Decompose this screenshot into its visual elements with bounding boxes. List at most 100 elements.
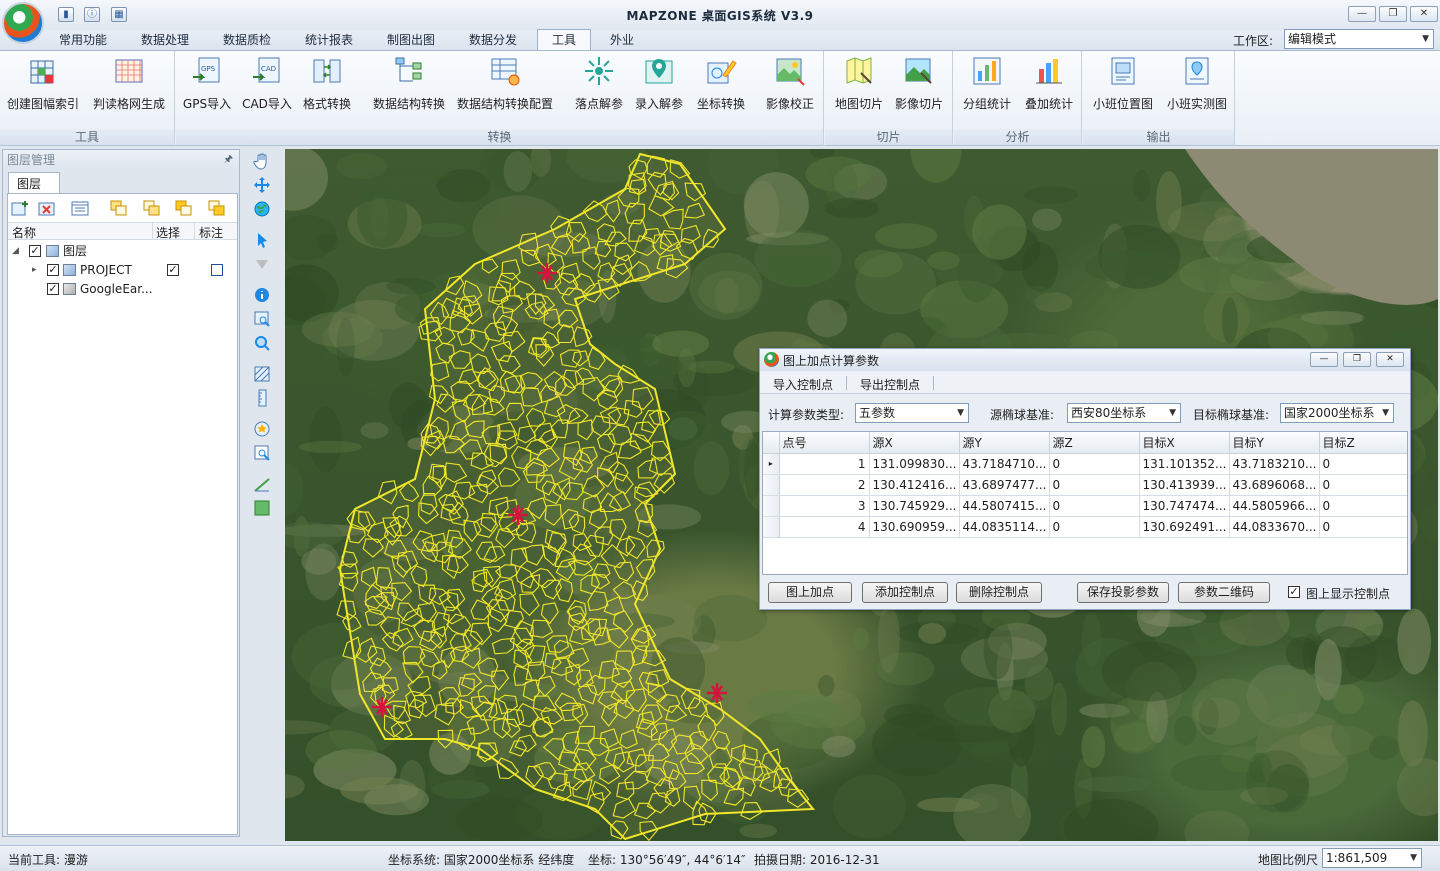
tab-layers[interactable]: 图层 bbox=[8, 172, 60, 194]
grid-cell[interactable]: 130.413939... bbox=[1139, 474, 1230, 496]
grid-cell[interactable]: 131.101352... bbox=[1139, 453, 1230, 475]
project-select-checkbox[interactable]: ✓ bbox=[167, 264, 179, 276]
dialog-close-button[interactable]: ✕ bbox=[1376, 352, 1404, 367]
layer-properties-icon[interactable] bbox=[71, 200, 89, 216]
row-header[interactable]: ▸ bbox=[763, 453, 780, 475]
interpretation-grid-button[interactable]: 判读格网生成 bbox=[88, 55, 170, 125]
project-visible-checkbox[interactable]: ✓ bbox=[47, 264, 59, 276]
export-control-points-menu[interactable]: 导出控制点 bbox=[860, 376, 920, 393]
col-target-y[interactable]: 目标Y bbox=[1229, 432, 1320, 454]
attribute-query-icon[interactable] bbox=[253, 310, 271, 328]
expand-icon[interactable]: ▸ bbox=[32, 261, 37, 279]
row-header[interactable] bbox=[763, 516, 780, 538]
identify-info-icon[interactable] bbox=[253, 286, 271, 304]
grid-row[interactable]: 3 130.745929... 44.5807415... 0 130.747474..… bbox=[763, 495, 1407, 517]
grid-cell[interactable]: 43.6896068... bbox=[1229, 474, 1320, 496]
grid-cell[interactable]: 130.747474... bbox=[1139, 495, 1230, 517]
grid-cell[interactable]: 43.7184710... bbox=[959, 453, 1050, 475]
grid-cell[interactable]: 0 bbox=[1049, 495, 1140, 517]
grid-cell[interactable]: 0 bbox=[1319, 495, 1407, 517]
draw-line-icon[interactable] bbox=[253, 475, 271, 493]
row-header[interactable] bbox=[763, 495, 780, 517]
data-structure-config-button[interactable]: 数据结构转换配置 bbox=[455, 55, 555, 125]
tab-statistics[interactable]: 统计报表 bbox=[300, 30, 358, 50]
grid-cell[interactable]: 0 bbox=[1319, 453, 1407, 475]
root-visible-checkbox[interactable]: ✓ bbox=[29, 245, 41, 257]
grid-cell[interactable]: 4 bbox=[779, 516, 870, 538]
pin-icon[interactable]: 🖈 bbox=[224, 150, 233, 170]
col-target-x[interactable]: 目标X bbox=[1139, 432, 1230, 454]
layer-up-icon[interactable] bbox=[110, 200, 128, 216]
tree-row-project[interactable]: ▸ ✓ PROJECT ✓ bbox=[8, 261, 237, 279]
tab-tools[interactable]: 工具 bbox=[537, 29, 591, 50]
col-source-x[interactable]: 源X bbox=[869, 432, 960, 454]
show-control-points-checkbox[interactable]: ✓ bbox=[1288, 586, 1300, 598]
tab-cartography[interactable]: 制图出图 bbox=[382, 30, 440, 50]
col-source-z[interactable]: 源Z bbox=[1049, 432, 1140, 454]
image-correct-button[interactable]: 影像校正 bbox=[762, 55, 818, 125]
layer-top-icon[interactable] bbox=[175, 200, 193, 216]
tree-row-googleearth[interactable]: ✓ GoogleEar... bbox=[8, 280, 237, 298]
globe-icon[interactable] bbox=[253, 200, 271, 218]
col-point-id[interactable]: 点号 bbox=[779, 432, 870, 454]
dialog-title-bar[interactable]: 图上加点计算参数 — ❐ ✕ bbox=[760, 349, 1410, 371]
map-tiling-button[interactable]: 地图切片 bbox=[831, 55, 887, 125]
add-control-point-button[interactable]: 添加控制点 bbox=[862, 582, 948, 603]
select-pointer-icon[interactable] bbox=[253, 231, 271, 249]
grid-row[interactable]: 4 130.690959... 44.0835114... 0 130.692491..… bbox=[763, 516, 1407, 538]
tab-common[interactable]: 常用功能 bbox=[54, 30, 112, 50]
grid-cell[interactable]: 2 bbox=[779, 474, 870, 496]
delete-control-point-button[interactable]: 删除控制点 bbox=[956, 582, 1042, 603]
collapse-icon[interactable]: ◢ bbox=[12, 242, 19, 260]
save-projection-params-button[interactable]: 保存投影参数 bbox=[1077, 582, 1169, 603]
tab-data-qc[interactable]: 数据质检 bbox=[218, 30, 276, 50]
row-header[interactable] bbox=[763, 474, 780, 496]
grid-cell[interactable]: 130.690959... bbox=[869, 516, 960, 538]
clear-selection-icon[interactable] bbox=[253, 255, 271, 273]
data-structure-convert-button[interactable]: 数据结构转换 bbox=[370, 55, 448, 125]
add-point-on-map-button[interactable]: 图上加点 bbox=[768, 582, 852, 603]
add-layer-icon[interactable] bbox=[11, 200, 29, 216]
layer-down-icon[interactable] bbox=[143, 200, 161, 216]
grid-cell[interactable]: 131.099830... bbox=[869, 453, 960, 475]
project-label-checkbox[interactable] bbox=[211, 264, 223, 276]
grid-cell[interactable]: 130.412416... bbox=[869, 474, 960, 496]
measure-ruler-icon[interactable] bbox=[253, 389, 271, 407]
col-target-z[interactable]: 目标Z bbox=[1319, 432, 1407, 454]
grid-cell[interactable]: 130.692491... bbox=[1139, 516, 1230, 538]
group-statistics-button[interactable]: 分组统计 bbox=[958, 55, 1016, 125]
grid-cell[interactable]: 0 bbox=[1049, 516, 1140, 538]
calc-params-dialog[interactable]: 图上加点计算参数 — ❐ ✕ 导入控制点 导出控制点 计算参数类型: 五参数 ▼… bbox=[759, 348, 1411, 610]
coordinate-convert-button[interactable]: 坐标转换 bbox=[692, 55, 750, 125]
grid-cell[interactable]: 0 bbox=[1319, 474, 1407, 496]
dialog-maximize-button[interactable]: ❐ bbox=[1343, 352, 1371, 367]
grid-row[interactable]: ▸ 1 131.099830... 43.7184710... 0 131.101352.… bbox=[763, 453, 1407, 475]
bookmark-star-icon[interactable] bbox=[253, 420, 271, 438]
calc-type-select[interactable]: 五参数 ▼ bbox=[855, 403, 969, 423]
input-solve-button[interactable]: 录入解参 bbox=[632, 55, 686, 125]
grid-cell[interactable]: 1 bbox=[779, 453, 870, 475]
gps-import-button[interactable]: GPS GPS导入 bbox=[180, 55, 234, 125]
create-sheet-index-button[interactable]: 创建图幅索引 bbox=[4, 55, 82, 125]
grid-cell[interactable]: 0 bbox=[1049, 453, 1140, 475]
minimize-button[interactable]: — bbox=[1348, 6, 1376, 22]
tab-data-processing[interactable]: 数据处理 bbox=[136, 30, 194, 50]
grid-cell[interactable]: 43.6897477... bbox=[959, 474, 1050, 496]
grid-cell[interactable]: 43.7183210... bbox=[1229, 453, 1320, 475]
overlay-statistics-button[interactable]: 叠加统计 bbox=[1020, 55, 1078, 125]
grid-cell[interactable]: 130.745929... bbox=[869, 495, 960, 517]
import-control-points-menu[interactable]: 导入控制点 bbox=[773, 376, 833, 393]
col-source-y[interactable]: 源Y bbox=[959, 432, 1050, 454]
restore-button[interactable]: ❐ bbox=[1379, 6, 1407, 22]
grid-cell[interactable]: 0 bbox=[1319, 516, 1407, 538]
app-logo-icon[interactable] bbox=[2, 2, 44, 44]
cad-import-button[interactable]: CAD CAD导入 bbox=[240, 55, 294, 125]
layer-bottom-icon[interactable] bbox=[208, 200, 226, 216]
control-points-grid[interactable]: 点号 源X 源Y 源Z 目标X 目标Y 目标Z ▸ 1 131.099830... 4… bbox=[762, 431, 1408, 575]
point-solve-button[interactable]: 落点解参 bbox=[572, 55, 626, 125]
tab-field[interactable]: 外业 bbox=[604, 30, 640, 50]
grid-cell[interactable]: 44.5805966... bbox=[1229, 495, 1320, 517]
image-tiling-button[interactable]: 影像切片 bbox=[891, 55, 947, 125]
close-button[interactable]: ✕ bbox=[1410, 6, 1438, 22]
pan-hand-icon[interactable] bbox=[253, 152, 271, 170]
